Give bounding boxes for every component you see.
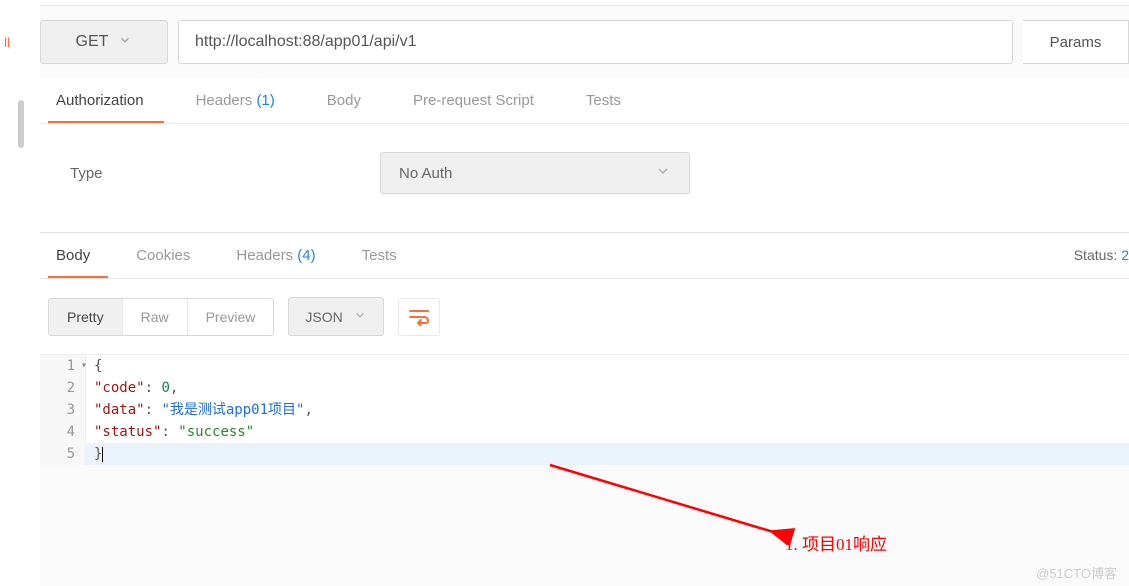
http-method-dropdown[interactable]: GET — [40, 20, 168, 64]
status-value: 2 — [1121, 247, 1129, 263]
chevron-down-icon — [353, 308, 367, 325]
request-bar: GET http://localhost:88/app01/api/v1 Par… — [40, 6, 1129, 78]
format-select[interactable]: JSON — [288, 297, 383, 336]
view-raw-button[interactable]: Raw — [123, 299, 188, 335]
tab-prerequest[interactable]: Pre-request Script — [405, 78, 554, 123]
code-line: 2 "code": 0, — [40, 377, 1129, 399]
text-cursor — [102, 447, 103, 462]
code-content: { — [86, 355, 1129, 377]
view-pretty-button[interactable]: Pretty — [49, 299, 123, 335]
watermark: @51CTO博客 — [1036, 563, 1117, 582]
tab-headers[interactable]: Headers (1) — [188, 78, 295, 123]
sidebar-fragment: ll — [0, 35, 14, 50]
status-label: Status: — [1074, 247, 1118, 263]
line-number: 1▾ — [40, 355, 86, 377]
resp-tab-headers-count: (4) — [297, 247, 315, 264]
tab-headers-count: (1) — [256, 92, 274, 109]
resp-tab-headers[interactable]: Headers (4) — [228, 233, 333, 278]
chevron-down-icon — [118, 33, 132, 52]
code-content: "status": "success" — [86, 421, 1129, 443]
response-tabs: Body Cookies Headers (4) Tests Status: 2 — [40, 233, 1129, 279]
resp-tab-headers-label: Headers — [236, 247, 293, 264]
view-preview-button[interactable]: Preview — [188, 299, 274, 335]
url-input[interactable]: http://localhost:88/app01/api/v1 — [178, 20, 1013, 64]
status-area: Status: 2 — [1074, 247, 1129, 263]
scroll-thumb[interactable] — [18, 100, 24, 148]
tab-headers-label: Headers — [196, 92, 253, 109]
auth-selected-value: No Auth — [399, 165, 452, 182]
view-mode-group: Pretty Raw Preview — [48, 298, 274, 336]
resp-tab-body[interactable]: Body — [48, 233, 108, 278]
resp-tab-cookies[interactable]: Cookies — [128, 233, 208, 278]
main-area: GET http://localhost:88/app01/api/v1 Par… — [40, 0, 1129, 586]
params-button[interactable]: Params — [1023, 20, 1129, 64]
line-number: 5 — [40, 443, 86, 465]
code-line: 4 "status": "success" — [40, 421, 1129, 443]
line-number: 3 — [40, 399, 86, 421]
resp-tab-tests[interactable]: Tests — [354, 233, 415, 278]
chevron-down-icon — [655, 163, 671, 184]
code-line: 3 "data": "我是测试app01项目", — [40, 399, 1129, 421]
auth-type-label: Type — [70, 165, 380, 182]
http-method-label: GET — [76, 33, 109, 51]
code-line: 5} — [40, 443, 1129, 465]
body-toolbar: Pretty Raw Preview JSON — [40, 279, 1129, 354]
authorization-panel: Type No Auth — [40, 124, 1129, 233]
line-number: 4 — [40, 421, 86, 443]
code-content: } — [86, 443, 1129, 465]
annotation-text: 1. 项目01响应 — [785, 530, 887, 555]
tab-authorization[interactable]: Authorization — [48, 78, 164, 123]
url-value: http://localhost:88/app01/api/v1 — [195, 33, 417, 51]
request-tabs: Authorization Headers (1) Body Pre-reque… — [40, 78, 1129, 124]
tab-tests[interactable]: Tests — [578, 78, 641, 123]
tab-body[interactable]: Body — [319, 78, 381, 123]
code-line: 1▾{ — [40, 355, 1129, 377]
format-label: JSON — [305, 309, 342, 325]
wrap-icon — [408, 308, 430, 326]
fold-caret-icon[interactable]: ▾ — [81, 355, 87, 377]
response-body-editor[interactable]: 1▾{2 "code": 0,3 "data": "我是测试app01项目",4… — [40, 354, 1129, 465]
code-content: "data": "我是测试app01项目", — [86, 399, 1129, 421]
auth-type-select[interactable]: No Auth — [380, 152, 690, 194]
code-content: "code": 0, — [86, 377, 1129, 399]
wrap-lines-button[interactable] — [398, 298, 440, 336]
line-number: 2 — [40, 377, 86, 399]
